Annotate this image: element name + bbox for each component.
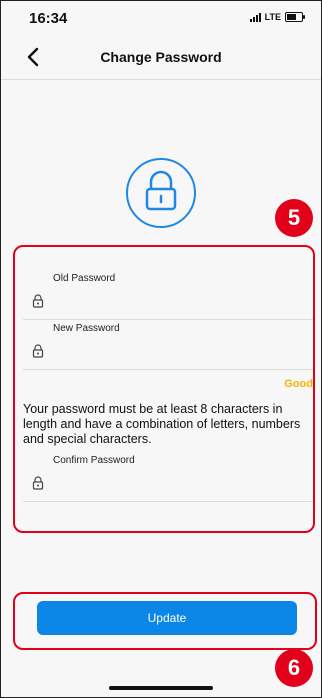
- page-title: Change Password: [100, 49, 222, 65]
- header-divider: [1, 79, 321, 80]
- field-underline: [23, 369, 313, 370]
- lock-icon: [32, 294, 44, 308]
- signal-icon: [249, 12, 261, 22]
- field-underline: [23, 501, 313, 502]
- lock-icon: [32, 344, 44, 358]
- confirm-password-label: Confirm Password: [53, 455, 135, 466]
- old-password-label: Old Password: [53, 273, 116, 284]
- home-indicator: [109, 686, 213, 690]
- password-strength: Good: [284, 378, 313, 390]
- field-underline: [23, 319, 313, 320]
- password-hint: Your password must be at least 8 charact…: [23, 402, 301, 446]
- callout-marker-button: 6: [275, 649, 313, 687]
- lock-icon: [126, 158, 196, 228]
- phone-screen: 16:34 LTE Change Password 5 Old Password: [0, 0, 322, 698]
- status-bar: 16:34 LTE: [1, 1, 321, 37]
- callout-marker-form: 5: [275, 199, 313, 237]
- status-indicators: LTE: [249, 12, 305, 22]
- battery-icon: [285, 12, 305, 22]
- lock-icon: [32, 476, 44, 490]
- form-highlight: [13, 245, 315, 533]
- nav-bar: Change Password: [1, 37, 321, 79]
- network-type: LTE: [264, 12, 281, 22]
- new-password-label: New Password: [53, 323, 120, 334]
- status-time: 16:34: [29, 10, 68, 27]
- update-button[interactable]: Update: [37, 601, 297, 635]
